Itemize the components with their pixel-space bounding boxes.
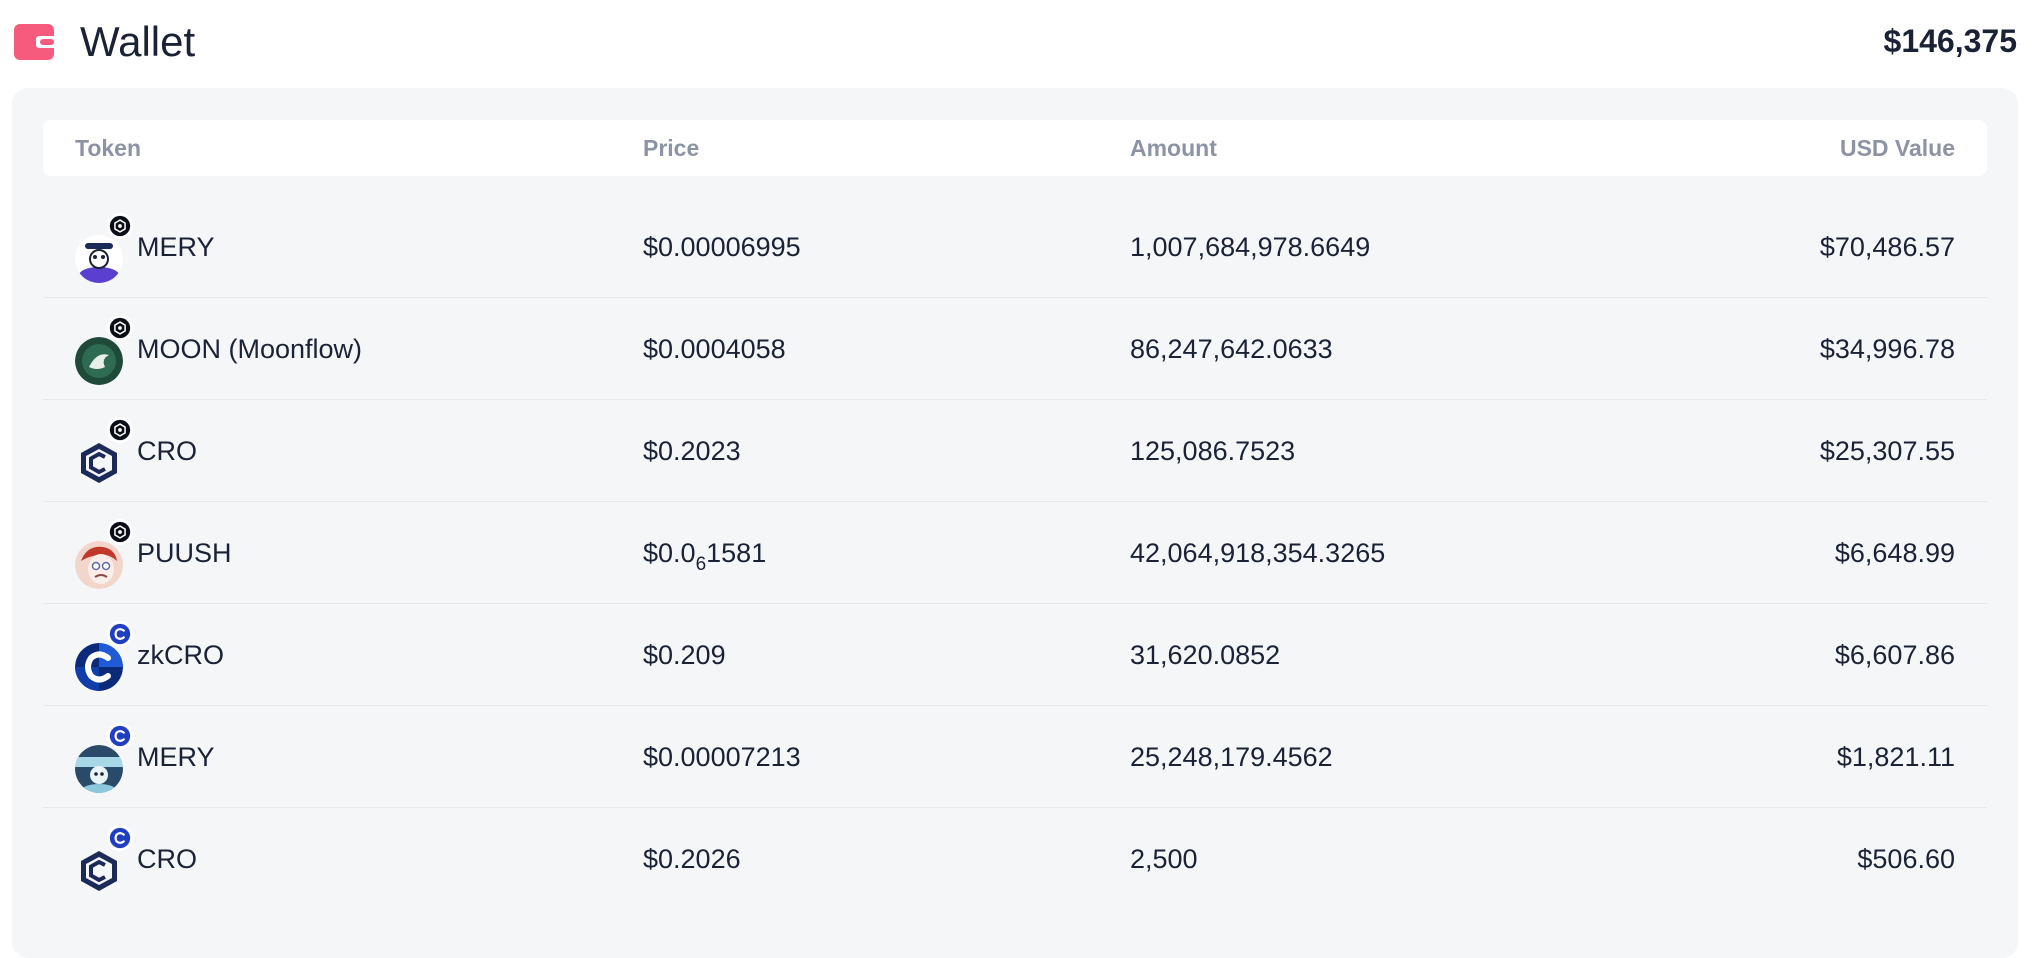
wallet-icon — [14, 24, 56, 60]
zkcro-icon — [75, 643, 123, 691]
cronos-chain-badge — [107, 417, 133, 443]
cronos-zkevm-badge — [107, 723, 133, 749]
table-row[interactable]: CRO $0.2023 125,086.7523 $25,307.55 — [43, 400, 1987, 502]
token-price: $0.2026 — [643, 844, 741, 874]
token-usd-value: $506.60 — [1857, 844, 1955, 874]
token-name: MERY — [137, 232, 215, 262]
token-amount: 42,064,918,354.3265 — [1130, 538, 1386, 568]
token-usd-value: $25,307.55 — [1819, 436, 1955, 466]
token-usd-value: $34,996.78 — [1819, 334, 1955, 364]
token-amount: 2,500 — [1130, 844, 1198, 874]
mery-mascot-icon — [75, 235, 123, 283]
token-price: $0.00007213 — [643, 742, 801, 772]
token-cell: PUUSH — [75, 502, 232, 604]
page-title: Wallet — [80, 18, 196, 65]
cronos-zkevm-badge — [107, 621, 133, 647]
column-header-price[interactable]: Price — [643, 120, 699, 176]
token-name: CRO — [137, 436, 197, 466]
token-amount: 86,247,642.0633 — [1130, 334, 1333, 364]
token-price: $0.2023 — [643, 436, 741, 466]
cro-icon — [75, 439, 123, 487]
token-price: $0.061581 — [643, 538, 767, 575]
token-usd-value: $70,486.57 — [1819, 232, 1955, 262]
token-cell: zkCRO — [75, 604, 224, 706]
table-row[interactable]: zkCRO $0.209 31,620.0852 $6,607.86 — [43, 604, 1987, 706]
token-cell: CRO — [75, 400, 197, 502]
table-row[interactable]: MERY $0.00006995 1,007,684,978.6649 $70,… — [43, 196, 1987, 298]
token-list: MERY $0.00006995 1,007,684,978.6649 $70,… — [43, 196, 1987, 910]
cronos-zkevm-badge — [107, 825, 133, 851]
column-header-amount[interactable]: Amount — [1130, 120, 1217, 176]
wallet-header: Wallet $146,375 — [0, 0, 2034, 84]
token-table-panel: Token Price Amount USD Value MERY $0.000… — [12, 88, 2018, 958]
cronos-chain-badge — [107, 519, 133, 545]
token-name: PUUSH — [137, 538, 232, 568]
token-cell: CRO — [75, 808, 197, 910]
token-price: $0.00006995 — [643, 232, 801, 262]
token-amount: 25,248,179.4562 — [1130, 742, 1333, 772]
table-row[interactable]: MERY $0.00007213 25,248,179.4562 $1,821.… — [43, 706, 1987, 808]
token-name: MERY — [137, 742, 215, 772]
table-header: Token Price Amount USD Value — [43, 120, 1987, 176]
column-header-usd-value[interactable]: USD Value — [1840, 120, 1955, 176]
token-price: $0.209 — [643, 640, 726, 670]
token-cell: MERY — [75, 196, 215, 298]
token-price: $0.0004058 — [643, 334, 786, 364]
puush-face-icon — [75, 541, 123, 589]
token-amount: 125,086.7523 — [1130, 436, 1296, 466]
column-header-token[interactable]: Token — [75, 120, 141, 176]
token-amount: 31,620.0852 — [1130, 640, 1281, 670]
token-cell: MERY — [75, 706, 215, 808]
price-zero-count: 6 — [695, 554, 707, 575]
cronos-chain-badge — [107, 213, 133, 239]
token-name: MOON (Moonflow) — [137, 334, 363, 364]
moonflow-icon — [75, 337, 123, 385]
wallet-total-value: $146,375 — [1883, 23, 2017, 59]
mery-round-icon — [75, 745, 123, 794]
token-usd-value: $1,821.11 — [1836, 742, 1955, 772]
table-row[interactable]: MOON (Moonflow) $0.0004058 86,247,642.06… — [43, 298, 1987, 400]
token-usd-value: $6,607.86 — [1834, 640, 1955, 670]
cronos-chain-badge — [107, 315, 133, 341]
token-amount: 1,007,684,978.6649 — [1130, 232, 1371, 262]
token-usd-value: $6,648.99 — [1834, 538, 1955, 568]
token-name: zkCRO — [137, 640, 224, 670]
table-row[interactable]: CRO $0.2026 2,500 $506.60 — [43, 808, 1987, 910]
table-row[interactable]: PUUSH $0.061581 42,064,918,354.3265 $6,6… — [43, 502, 1987, 604]
token-name: CRO — [137, 844, 197, 874]
cro-icon — [75, 847, 123, 895]
token-cell: MOON (Moonflow) — [75, 298, 362, 400]
